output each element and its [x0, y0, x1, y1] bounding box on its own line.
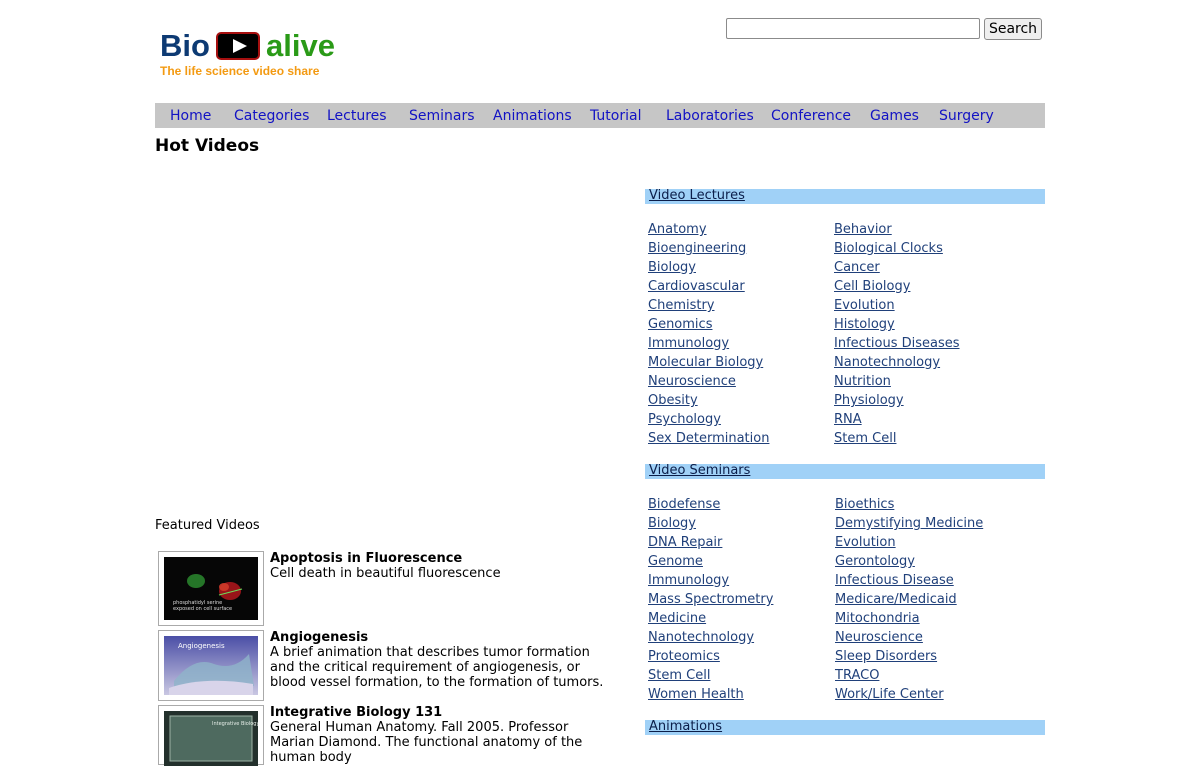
lecture-link-rna[interactable]: RNA: [834, 412, 862, 427]
nav-lectures[interactable]: Lectures: [327, 108, 387, 124]
lecture-link-behavior[interactable]: Behavior: [834, 222, 892, 237]
lecture-link-nanotechnology[interactable]: Nanotechnology: [834, 355, 940, 370]
seminar-link-work-life-center[interactable]: Work/Life Center: [835, 687, 944, 702]
seminar-link-infectious-disease[interactable]: Infectious Disease: [835, 573, 954, 588]
seminar-link-biodefense[interactable]: Biodefense: [648, 497, 720, 512]
seminar-link-neuroscience[interactable]: Neuroscience: [835, 630, 923, 645]
nav-laboratories[interactable]: Laboratories: [666, 108, 754, 124]
lecture-link-stem-cell[interactable]: Stem Cell: [834, 431, 896, 446]
video-lectures-heading: Video Lectures: [645, 188, 1045, 204]
svg-text:exposed on cell surface: exposed on cell surface: [173, 606, 232, 612]
featured-desc-integrative-biology: General Human Anatomy. Fall 2005. Profes…: [270, 720, 583, 765]
lecture-link-psychology[interactable]: Psychology: [648, 412, 721, 427]
lecture-link-histology[interactable]: Histology: [834, 317, 895, 332]
seminar-link-mass-spectrometry[interactable]: Mass Spectrometry: [648, 592, 773, 607]
lecture-link-cell-biology[interactable]: Cell Biology: [834, 279, 910, 294]
seminar-link-nanotechnology[interactable]: Nanotechnology: [648, 630, 754, 645]
seminar-link-gerontology[interactable]: Gerontology: [835, 554, 915, 569]
featured-desc-angiogenesis: A brief animation that describes tumor f…: [270, 645, 604, 690]
svg-text:Angiogenesis: Angiogenesis: [178, 642, 225, 650]
featured-thumb-apoptosis[interactable]: phosphatidyl serine exposed on cell surf…: [158, 551, 264, 626]
nav-tutorial[interactable]: Tutorial: [590, 108, 641, 124]
logo-text-bio: Bio: [160, 28, 210, 63]
seminar-link-dna-repair[interactable]: DNA Repair: [648, 535, 722, 550]
lecture-link-cardiovascular[interactable]: Cardiovascular: [648, 279, 745, 294]
search-button[interactable]: Search: [984, 18, 1042, 40]
thumb-image: Angiogenesis: [164, 636, 258, 695]
lecture-link-cancer[interactable]: Cancer: [834, 260, 880, 275]
seminar-link-bioethics[interactable]: Bioethics: [835, 497, 894, 512]
featured-thumb-integrative-biology[interactable]: Integrative Biology: [158, 705, 264, 766]
logo-text-alive: alive: [266, 28, 335, 63]
seminar-link-biology[interactable]: Biology: [648, 516, 696, 531]
lecture-link-anatomy[interactable]: Anatomy: [648, 222, 707, 237]
nav-conference[interactable]: Conference: [771, 108, 851, 124]
seminar-link-genome[interactable]: Genome: [648, 554, 703, 569]
lecture-link-infectious-diseases[interactable]: Infectious Diseases: [834, 336, 960, 351]
video-seminars-heading: Video Seminars: [645, 463, 1045, 479]
lecture-link-chemistry[interactable]: Chemistry: [648, 298, 715, 313]
lecture-link-physiology[interactable]: Physiology: [834, 393, 904, 408]
seminar-link-stem-cell[interactable]: Stem Cell: [648, 668, 710, 683]
apoptosis-image: phosphatidyl serine exposed on cell surf…: [164, 557, 258, 620]
seminar-link-medicare-medicaid[interactable]: Medicare/Medicaid: [835, 592, 957, 607]
video-seminars-link[interactable]: Video Seminars: [649, 463, 750, 478]
seminar-link-immunology[interactable]: Immunology: [648, 573, 729, 588]
seminar-link-traco[interactable]: TRACO: [835, 668, 879, 683]
lecture-link-immunology[interactable]: Immunology: [648, 336, 729, 351]
lecture-link-molecular-biology[interactable]: Molecular Biology: [648, 355, 763, 370]
lecture-link-biology[interactable]: Biology: [648, 260, 696, 275]
lecture-link-sex-determination[interactable]: Sex Determination: [648, 431, 769, 446]
seminar-link-proteomics[interactable]: Proteomics: [648, 649, 720, 664]
svg-text:Integrative Biology: Integrative Biology: [212, 721, 258, 727]
angiogenesis-image: Angiogenesis: [164, 636, 258, 695]
thumb-image: Integrative Biology: [164, 711, 258, 766]
nav-categories[interactable]: Categories: [234, 108, 309, 124]
featured-title-apoptosis[interactable]: Apoptosis in Fluorescence: [270, 551, 462, 566]
animations-link[interactable]: Animations: [649, 719, 722, 734]
lecture-link-nutrition[interactable]: Nutrition: [834, 374, 891, 389]
video-lectures-link[interactable]: Video Lectures: [649, 188, 745, 203]
main-nav: Home Categories Lectures Seminars Animat…: [155, 103, 1045, 128]
featured-desc-apoptosis: Cell death in beautiful fluorescence: [270, 566, 501, 581]
lecture-link-evolution[interactable]: Evolution: [834, 298, 895, 313]
featured-title-angiogenesis[interactable]: Angiogenesis: [270, 630, 368, 645]
featured-title-integrative-biology[interactable]: Integrative Biology 131: [270, 705, 442, 720]
integrative-biology-image: Integrative Biology: [164, 711, 258, 766]
nav-surgery[interactable]: Surgery: [939, 108, 994, 124]
nav-seminars[interactable]: Seminars: [409, 108, 475, 124]
featured-videos-title: Featured Videos: [155, 518, 260, 533]
lecture-link-bioengineering[interactable]: Bioengineering: [648, 241, 746, 256]
search-input[interactable]: [726, 18, 980, 39]
nav-games[interactable]: Games: [870, 108, 919, 124]
seminar-link-medicine[interactable]: Medicine: [648, 611, 706, 626]
lecture-link-genomics[interactable]: Genomics: [648, 317, 712, 332]
animations-heading: Animations: [645, 719, 1045, 735]
seminar-link-evolution[interactable]: Evolution: [835, 535, 896, 550]
lecture-link-obesity[interactable]: Obesity: [648, 393, 698, 408]
thumb-image: phosphatidyl serine exposed on cell surf…: [164, 557, 258, 620]
play-icon: [216, 32, 260, 60]
lecture-link-neuroscience[interactable]: Neuroscience: [648, 374, 736, 389]
seminar-link-sleep-disorders[interactable]: Sleep Disorders: [835, 649, 937, 664]
logo-tagline: The life science video share: [160, 64, 320, 78]
seminar-link-mitochondria[interactable]: Mitochondria: [835, 611, 920, 626]
featured-thumb-angiogenesis[interactable]: Angiogenesis: [158, 630, 264, 701]
hot-videos-title: Hot Videos: [155, 136, 260, 156]
nav-animations[interactable]: Animations: [493, 108, 572, 124]
seminar-link-women-health[interactable]: Women Health: [648, 687, 744, 702]
seminar-link-demystifying-medicine[interactable]: Demystifying Medicine: [835, 516, 983, 531]
lecture-link-biological-clocks[interactable]: Biological Clocks: [834, 241, 943, 256]
nav-home[interactable]: Home: [170, 108, 211, 124]
site-logo[interactable]: Bio alive The life science video share: [158, 28, 358, 82]
